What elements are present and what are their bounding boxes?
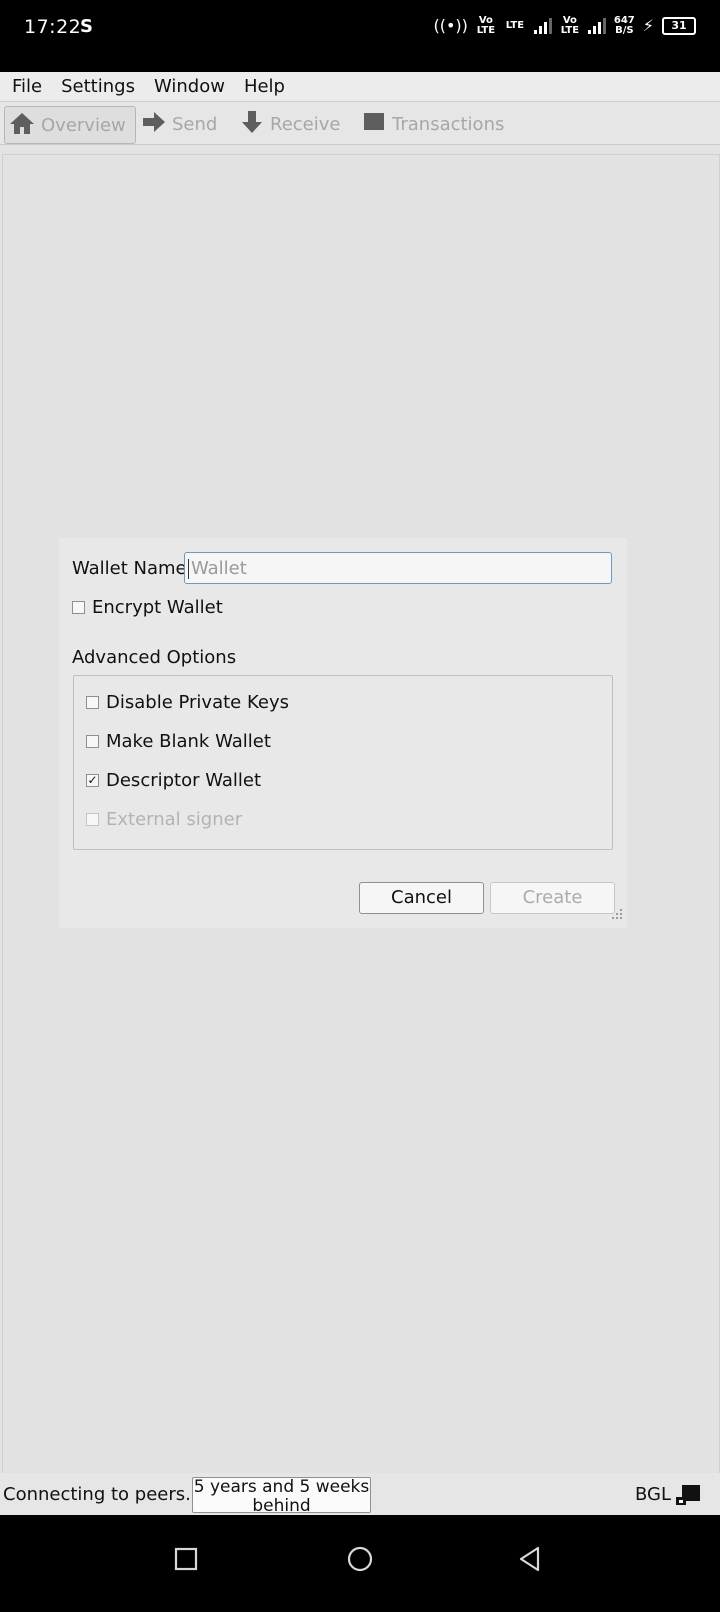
- advanced-options-label: Advanced Options: [72, 647, 237, 668]
- home-icon: [9, 111, 35, 140]
- cancel-button[interactable]: Cancel: [359, 882, 484, 914]
- disable-private-keys-label[interactable]: Disable Private Keys: [106, 692, 289, 713]
- sync-progress-line2: behind: [252, 1496, 311, 1516]
- circle-nav-icon[interactable]: [345, 1545, 375, 1577]
- resize-grip-icon[interactable]: [608, 907, 624, 923]
- tab-transactions[interactable]: Transactions: [362, 106, 504, 142]
- navigation-bar: [0, 1515, 720, 1612]
- toolbar: Overview Send Receive Transactions: [0, 102, 720, 145]
- status-icons: ((•)) Vo LTE LTE Vo LTE 647 B/S ⚡ 31: [433, 16, 696, 36]
- charging-icon: ⚡: [642, 16, 654, 35]
- hotspot-icon: ((•)): [433, 16, 468, 35]
- volte-label-1: Vo LTE: [476, 15, 496, 36]
- wallet-name-input[interactable]: [184, 552, 612, 584]
- descriptor-wallet-label[interactable]: Descriptor Wallet: [106, 770, 261, 791]
- tab-overview[interactable]: Overview: [4, 106, 136, 144]
- connection-status: Connecting to peers...: [3, 1484, 203, 1505]
- arrow-down-icon: [240, 110, 264, 139]
- network-speed: 647 B/S: [613, 15, 635, 36]
- create-button: Create: [490, 882, 615, 914]
- menu-bar: File Settings Window Help: [0, 72, 720, 102]
- descriptor-wallet-checkbox[interactable]: ✓: [86, 774, 99, 787]
- menu-file[interactable]: File: [12, 76, 42, 97]
- external-signer-checkbox: [86, 813, 99, 826]
- tab-send[interactable]: Send: [142, 106, 217, 142]
- external-signer-label: External signer: [106, 809, 243, 830]
- disable-private-keys-checkbox[interactable]: [86, 696, 99, 709]
- status-bar: 17:22 S ((•)) Vo LTE LTE Vo LTE 647 B/S …: [0, 0, 720, 72]
- menu-window[interactable]: Window: [154, 76, 225, 97]
- sync-progress-bar: 5 years and 5 weeks behind: [192, 1477, 371, 1516]
- wallet-name-label: Wallet Name: [72, 558, 187, 579]
- arrow-right-icon: [142, 110, 166, 139]
- encrypt-wallet-label[interactable]: Encrypt Wallet: [92, 597, 223, 618]
- checkmark-icon: ✓: [87, 773, 98, 787]
- unit-label[interactable]: BGL: [635, 1484, 671, 1505]
- battery-icon: 31: [662, 17, 696, 35]
- status-time: 17:22: [24, 16, 82, 38]
- encrypt-wallet-checkbox[interactable]: [72, 601, 85, 614]
- menu-help[interactable]: Help: [244, 76, 285, 97]
- tab-overview-label: Overview: [41, 114, 126, 136]
- tab-receive-label: Receive: [270, 113, 341, 135]
- signal-icon-1: [533, 18, 552, 34]
- tab-receive[interactable]: Receive: [240, 106, 340, 142]
- text-cursor: [188, 559, 189, 579]
- triangle-back-icon[interactable]: [516, 1545, 544, 1577]
- square-icon: [362, 110, 386, 139]
- sync-progress-line1: 5 years and 5 weeks: [193, 1477, 370, 1497]
- make-blank-wallet-label[interactable]: Make Blank Wallet: [106, 731, 271, 752]
- menu-settings[interactable]: Settings: [61, 76, 135, 97]
- volte-label-2: Vo LTE: [560, 15, 580, 36]
- carrier-glyph: S: [80, 16, 93, 37]
- tab-transactions-label: Transactions: [392, 113, 505, 135]
- signal-icon-2: [587, 18, 606, 34]
- network-icon: [674, 1483, 702, 1511]
- square-nav-icon[interactable]: [172, 1545, 200, 1577]
- lte-label: LTE: [505, 20, 525, 31]
- tab-send-label: Send: [172, 113, 218, 135]
- make-blank-wallet-checkbox[interactable]: [86, 735, 99, 748]
